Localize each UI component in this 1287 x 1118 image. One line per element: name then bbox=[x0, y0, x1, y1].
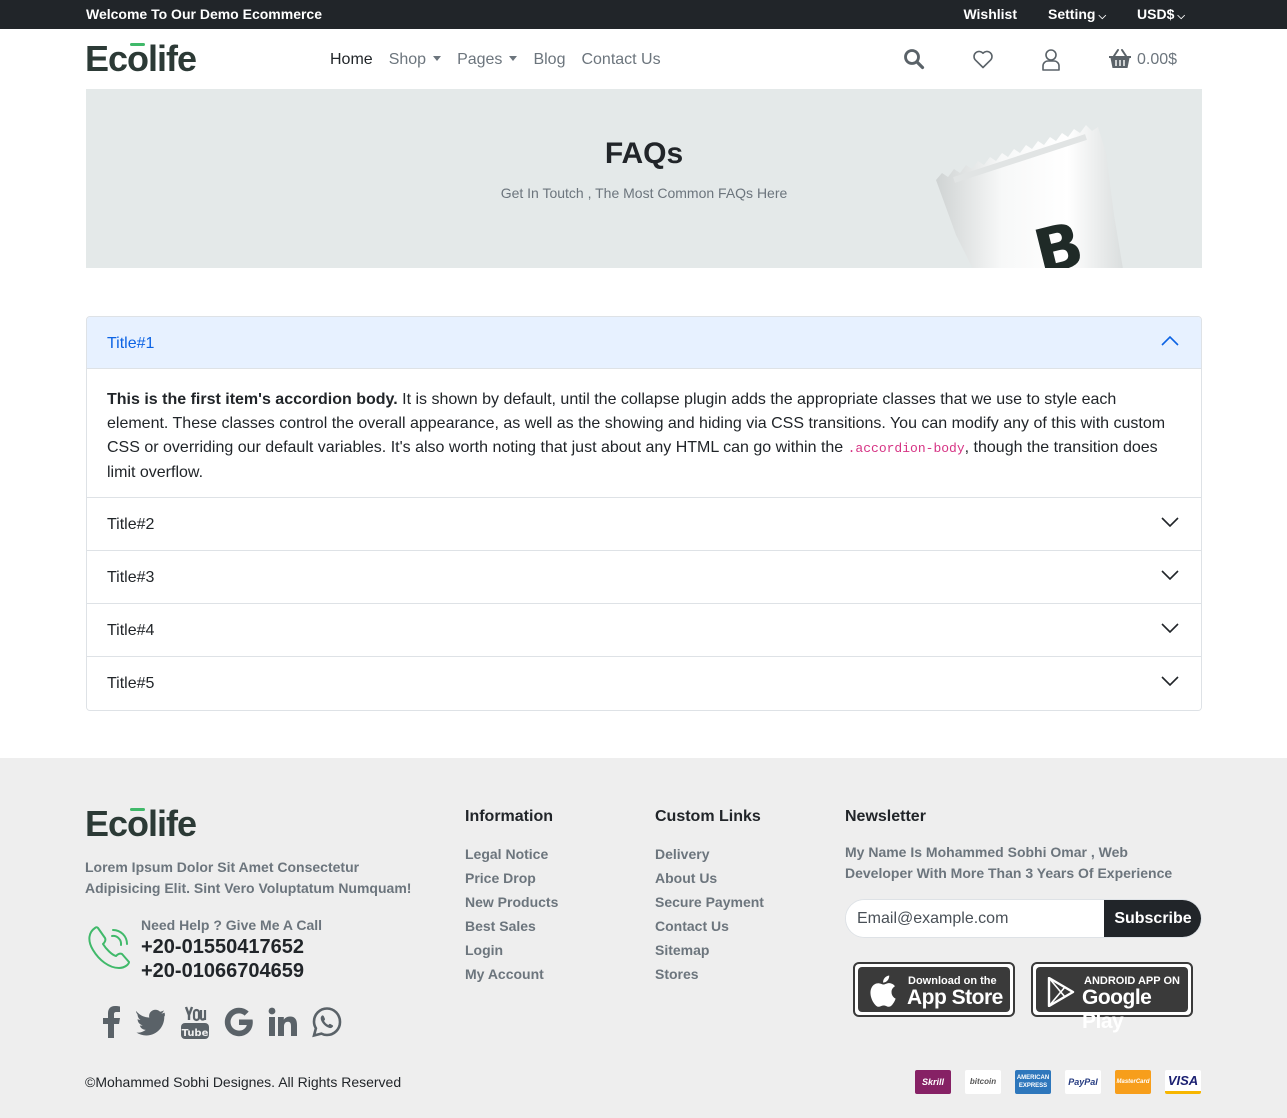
faq-title: Title#3 bbox=[107, 569, 155, 586]
chevron-down-icon: ⌵ bbox=[1177, 11, 1185, 22]
information-title: Information bbox=[465, 808, 553, 825]
newsletter-email-input[interactable] bbox=[846, 900, 1104, 937]
footer-link-price-drop[interactable]: Price Drop bbox=[465, 870, 536, 886]
search-icon[interactable] bbox=[902, 47, 928, 73]
footer-custom-links-column: Custom Links Delivery About Us Secure Pa… bbox=[655, 808, 764, 990]
chevron-down-icon bbox=[1161, 570, 1179, 580]
phone-number-1[interactable]: +20-01550417652 bbox=[141, 936, 304, 959]
footer-link-legal-notice[interactable]: Legal Notice bbox=[465, 846, 548, 862]
chevron-down-icon bbox=[1161, 676, 1179, 686]
faq-toggle-3[interactable]: Title#3 bbox=[87, 551, 1201, 604]
whatsapp-icon[interactable] bbox=[312, 1006, 342, 1040]
footer-link-my-account[interactable]: My Account bbox=[465, 966, 544, 982]
faq-item: Title#5 bbox=[87, 657, 1201, 710]
faq-item: Title#2 bbox=[87, 498, 1201, 551]
newsletter-title: Newsletter bbox=[845, 808, 926, 825]
footer-information-column: Information Legal Notice Price Drop New … bbox=[465, 808, 558, 990]
footer-link-secure-payment[interactable]: Secure Payment bbox=[655, 894, 764, 910]
footer-link-about-us[interactable]: About Us bbox=[655, 870, 717, 886]
product-pack-image: B bbox=[936, 125, 1123, 268]
faq-title: Title#2 bbox=[107, 516, 155, 533]
youtube-icon[interactable]: Tube bbox=[180, 1006, 210, 1040]
faq-toggle-1[interactable]: Title#1 bbox=[87, 317, 1201, 369]
app-store-badge-inner: Download on the App Store bbox=[858, 967, 1010, 1012]
twitter-icon[interactable] bbox=[136, 1006, 166, 1040]
facebook-icon[interactable] bbox=[100, 1006, 122, 1040]
custom-links-title: Custom Links bbox=[655, 808, 761, 825]
faq-toggle-4[interactable]: Title#4 bbox=[87, 604, 1201, 657]
social-links: Tube bbox=[100, 1006, 342, 1040]
footer-link-best-sales[interactable]: Best Sales bbox=[465, 918, 536, 934]
faq-body: This is the first item's accordion body.… bbox=[87, 369, 1201, 498]
google-play-big: Google Play bbox=[1082, 986, 1152, 1033]
subscribe-button[interactable]: Subscribe bbox=[1104, 900, 1201, 937]
page-banner: FAQs Get In Toutch , The Most Common FAQ… bbox=[86, 89, 1202, 268]
currency-dropdown[interactable]: USD$ ⌵ bbox=[1137, 6, 1185, 22]
user-icon[interactable] bbox=[1039, 47, 1065, 73]
faq-title: Title#5 bbox=[107, 675, 155, 692]
app-store-big: App Store bbox=[907, 986, 1003, 1009]
footer-link-contact-us[interactable]: Contact Us bbox=[655, 918, 729, 934]
chevron-up-icon bbox=[1161, 336, 1179, 346]
help-label: Need Help ? Give Me A Call bbox=[141, 917, 323, 933]
newsletter-form: Subscribe bbox=[845, 899, 1202, 938]
basket-icon[interactable] bbox=[1107, 47, 1133, 73]
top-bar-links: Wishlist Setting ⌵ USD$ ⌵ bbox=[963, 6, 1185, 22]
logo-text-o: o bbox=[127, 803, 149, 844]
footer-link-new-products[interactable]: New Products bbox=[465, 894, 558, 910]
newsletter-text: My Name Is Mohammed Sobhi Omar , Web Dev… bbox=[845, 844, 1173, 881]
top-bar: Welcome To Our Demo Ecommerce Wishlist S… bbox=[0, 0, 1287, 29]
apple-icon bbox=[870, 975, 896, 1007]
footer-link-login[interactable]: Login bbox=[465, 942, 503, 958]
faq-item: Title#1 This is the first item's accordi… bbox=[87, 317, 1201, 498]
skrill-icon: Skrill bbox=[915, 1070, 951, 1094]
footer-link-delivery[interactable]: Delivery bbox=[655, 846, 709, 862]
faq-toggle-5[interactable]: Title#5 bbox=[87, 657, 1201, 710]
setting-dropdown[interactable]: Setting ⌵ bbox=[1048, 6, 1106, 22]
heart-icon[interactable] bbox=[971, 47, 997, 73]
phone-number-2[interactable]: +20-01066704659 bbox=[141, 960, 304, 983]
faq-toggle-2[interactable]: Title#2 bbox=[87, 498, 1201, 551]
bitcoin-icon: bitcoin bbox=[965, 1070, 1001, 1094]
wishlist-link[interactable]: Wishlist bbox=[963, 6, 1017, 22]
play-store-icon bbox=[1047, 977, 1075, 1007]
linkedin-icon[interactable] bbox=[268, 1006, 298, 1040]
svg-text:Tube: Tube bbox=[182, 1028, 209, 1039]
google-play-badge[interactable]: ANDROID APP ON Google Play bbox=[1031, 962, 1193, 1033]
app-store-badge[interactable]: Download on the App Store bbox=[853, 962, 1015, 1017]
faq-item: Title#3 bbox=[87, 551, 1201, 604]
logo-text-end: life bbox=[148, 803, 197, 844]
phone-call-icon bbox=[88, 926, 130, 969]
site-footer: Ecolife Lorem Ipsum Dolor Sit Amet Conse… bbox=[0, 758, 1287, 1118]
header-actions bbox=[0, 47, 1287, 77]
google-icon[interactable] bbox=[224, 1006, 254, 1040]
footer-link-sitemap[interactable]: Sitemap bbox=[655, 942, 709, 958]
faq-body-code: .accordion-body bbox=[847, 441, 965, 456]
amex-icon: AMERICAN EXPRESS bbox=[1015, 1070, 1051, 1094]
chevron-down-icon bbox=[1161, 623, 1179, 633]
currency-label: USD$ bbox=[1137, 6, 1175, 22]
faq-title: Title#4 bbox=[107, 622, 155, 639]
main-header: Ecolife Home Shop Pages Blog Contact Us … bbox=[0, 29, 1287, 89]
footer-description: Lorem Ipsum Dolor Sit Amet Consectetur A… bbox=[85, 859, 412, 896]
footer-newsletter-column: Newsletter bbox=[845, 808, 926, 846]
welcome-text: Welcome To Our Demo Ecommerce bbox=[86, 6, 322, 22]
cart-total[interactable]: 0.00$ bbox=[1137, 51, 1177, 69]
google-play-badge-inner: ANDROID APP ON Google Play bbox=[1036, 967, 1188, 1033]
faq-body-strong: This is the first item's accordion body. bbox=[107, 391, 398, 408]
faq-title: Title#1 bbox=[107, 335, 155, 352]
footer-logo[interactable]: Ecolife bbox=[85, 803, 197, 844]
paypal-icon: PayPal bbox=[1065, 1070, 1101, 1094]
visa-icon: VISA bbox=[1165, 1070, 1201, 1094]
faq-item: Title#4 bbox=[87, 604, 1201, 657]
setting-label: Setting bbox=[1048, 6, 1096, 22]
faq-accordion: Title#1 This is the first item's accordi… bbox=[86, 316, 1202, 711]
mastercard-icon: MasterCard bbox=[1115, 1070, 1151, 1094]
chevron-down-icon bbox=[1161, 517, 1179, 527]
footer-link-stores[interactable]: Stores bbox=[655, 966, 699, 982]
copyright-text: ©Mohammed Sobhi Designes. All Rights Res… bbox=[85, 1074, 402, 1090]
chevron-down-icon: ⌵ bbox=[1098, 11, 1107, 22]
logo-text-start: Ec bbox=[85, 803, 128, 844]
